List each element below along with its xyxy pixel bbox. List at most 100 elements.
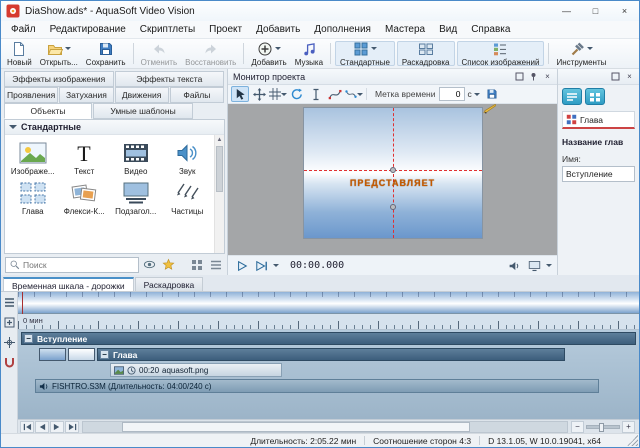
scrollbar-thumb[interactable] — [216, 146, 223, 192]
go-to-start-button[interactable] — [20, 420, 34, 433]
standard-view-button[interactable]: Стандартные — [335, 41, 395, 67]
clip-thumbnail-1[interactable] — [39, 348, 66, 361]
preview-area[interactable]: ПРЕДСТАВЛЯЕТ — [228, 104, 557, 255]
section-standard[interactable]: Стандартные — [5, 120, 224, 135]
tab-fades[interactable]: Затухания — [59, 87, 114, 103]
favorites-star-button[interactable] — [160, 257, 177, 273]
view-grid-button[interactable] — [188, 257, 205, 273]
audio-track-item[interactable]: FISHTRO.S3M (Длительность: 04:00/240 с) — [35, 379, 599, 393]
save-timestamp-button[interactable] — [483, 86, 501, 102]
standard-dropdown-arrow[interactable] — [370, 47, 377, 53]
close-button[interactable]: × — [610, 1, 639, 21]
step-back-button[interactable] — [35, 420, 49, 433]
grid-snap-tool-button[interactable] — [269, 86, 287, 102]
object-item-subtitle[interactable]: Подзагол... — [110, 177, 162, 217]
zoom-slider-knob[interactable] — [599, 422, 604, 432]
object-item-flexi-collage[interactable]: Флекси-К... — [59, 177, 111, 217]
play-options-dropdown-arrow[interactable] — [273, 264, 279, 270]
add-button[interactable]: Добавить — [247, 40, 290, 67]
menu-view[interactable]: Вид — [432, 22, 464, 37]
new-button[interactable]: Новый — [3, 40, 36, 67]
go-to-end-button[interactable] — [65, 420, 79, 433]
maximize-button[interactable]: □ — [581, 1, 610, 21]
redo-button[interactable]: Восстановить — [181, 40, 240, 67]
collapse-chapter-icon[interactable]: − — [24, 334, 33, 343]
properties-view-button[interactable] — [562, 88, 582, 105]
group-track-header[interactable]: − Глава — [97, 348, 565, 361]
tools-dropdown-arrow[interactable] — [587, 47, 594, 53]
open-dropdown-arrow[interactable] — [64, 47, 71, 53]
tab-image-effects[interactable]: Эффекты изображения — [4, 71, 114, 87]
rotate-tool-button[interactable] — [288, 86, 306, 102]
text-cursor-tool-button[interactable] — [307, 86, 325, 102]
tab-text-effects[interactable]: Эффекты текста — [114, 71, 224, 87]
menu-help[interactable]: Справка — [464, 22, 517, 37]
pan-tool-button[interactable] — [250, 86, 268, 102]
resize-grip[interactable] — [627, 435, 638, 446]
menu-extras[interactable]: Дополнения — [307, 22, 378, 37]
snap-toggle-button[interactable] — [3, 356, 16, 369]
chapter-track-header[interactable]: − Вступление — [21, 332, 636, 345]
collapse-group-icon[interactable]: − — [100, 350, 109, 359]
timeline-overview-strip[interactable] — [18, 292, 639, 314]
tab-storyboard[interactable]: Раскадровка — [134, 277, 204, 291]
tab-timeline-tracks[interactable]: Временная шкала - дорожки — [3, 277, 134, 291]
open-button[interactable]: Открыть... — [36, 40, 82, 67]
object-item-image[interactable]: Изображе... — [7, 137, 59, 177]
path-dropdown-arrow[interactable] — [357, 92, 363, 99]
zoom-in-button[interactable]: + — [622, 420, 635, 433]
tab-smart-templates[interactable]: Умные шаблоны — [93, 103, 193, 119]
tools-button[interactable]: Инструменты — [552, 40, 610, 67]
zoom-slider[interactable] — [586, 422, 620, 432]
chapter-name-input[interactable] — [562, 166, 635, 182]
fullscreen-display-button[interactable] — [526, 258, 543, 274]
tab-appearances[interactable]: Проявления — [4, 87, 59, 103]
preview-caption-text[interactable]: ПРЕДСТАВЛЯЕТ — [304, 178, 482, 188]
menu-wizards[interactable]: Мастера — [378, 22, 432, 37]
menu-file[interactable]: Файл — [4, 22, 43, 37]
add-dropdown-arrow[interactable] — [275, 47, 282, 53]
menu-scriptlets[interactable]: Скриптлеты — [133, 22, 202, 37]
select-tool-button[interactable] — [231, 86, 249, 102]
storyboard-view-button[interactable]: Раскадровка — [396, 41, 455, 67]
play-button[interactable] — [233, 258, 250, 274]
curve-path-tool-button[interactable] — [326, 86, 344, 102]
grid-dropdown-arrow[interactable] — [281, 92, 287, 99]
object-item-sound[interactable]: Звук — [162, 137, 214, 177]
image-clip-item[interactable]: 00:20 aquasoft.png — [110, 363, 282, 377]
object-item-video[interactable]: Видео — [110, 137, 162, 177]
scroll-up-arrow-icon[interactable]: ▲ — [215, 135, 224, 144]
h-scrollbar-thumb[interactable] — [121, 421, 471, 432]
center-handle[interactable] — [389, 167, 396, 174]
panel-close-button[interactable]: × — [623, 70, 636, 83]
display-dropdown-arrow[interactable] — [546, 264, 552, 270]
track-manager-button[interactable] — [3, 296, 16, 309]
menu-edit[interactable]: Редактирование — [43, 22, 133, 37]
menu-project[interactable]: Проект — [202, 22, 249, 37]
effects-view-button[interactable] — [585, 88, 605, 105]
image-list-view-button[interactable]: Список изображений — [456, 41, 545, 67]
tab-movements[interactable]: Движения — [114, 87, 169, 103]
lower-handle[interactable] — [389, 203, 396, 210]
save-button[interactable]: Сохранить — [82, 40, 130, 67]
timeline-h-scrollbar[interactable] — [82, 420, 568, 433]
preview-eye-button[interactable] — [141, 257, 158, 273]
objects-scrollbar[interactable]: ▲ — [214, 135, 224, 253]
timeline-main[interactable]: 0 мин − Вступление − Глава — [18, 292, 639, 433]
add-track-button[interactable] — [3, 316, 16, 329]
zoom-out-button[interactable]: − — [571, 420, 584, 433]
menu-add[interactable]: Добавить — [249, 22, 307, 37]
minimize-button[interactable]: — — [552, 1, 581, 21]
timestamp-input[interactable] — [438, 87, 465, 101]
center-playhead-button[interactable] — [3, 336, 16, 349]
pin-icon[interactable] — [527, 70, 540, 83]
undo-button[interactable]: Отменить — [137, 40, 182, 67]
tab-objects[interactable]: Объекты — [4, 103, 92, 119]
float-window-button[interactable] — [609, 70, 622, 83]
play-from-start-button[interactable] — [253, 258, 270, 274]
tab-files[interactable]: Файлы — [169, 87, 224, 103]
music-button[interactable]: Музыка — [291, 40, 327, 67]
object-item-chapter[interactable]: Глава — [7, 177, 59, 217]
timeline-ruler[interactable]: 0 мин — [18, 314, 639, 330]
float-window-button[interactable] — [513, 70, 526, 83]
